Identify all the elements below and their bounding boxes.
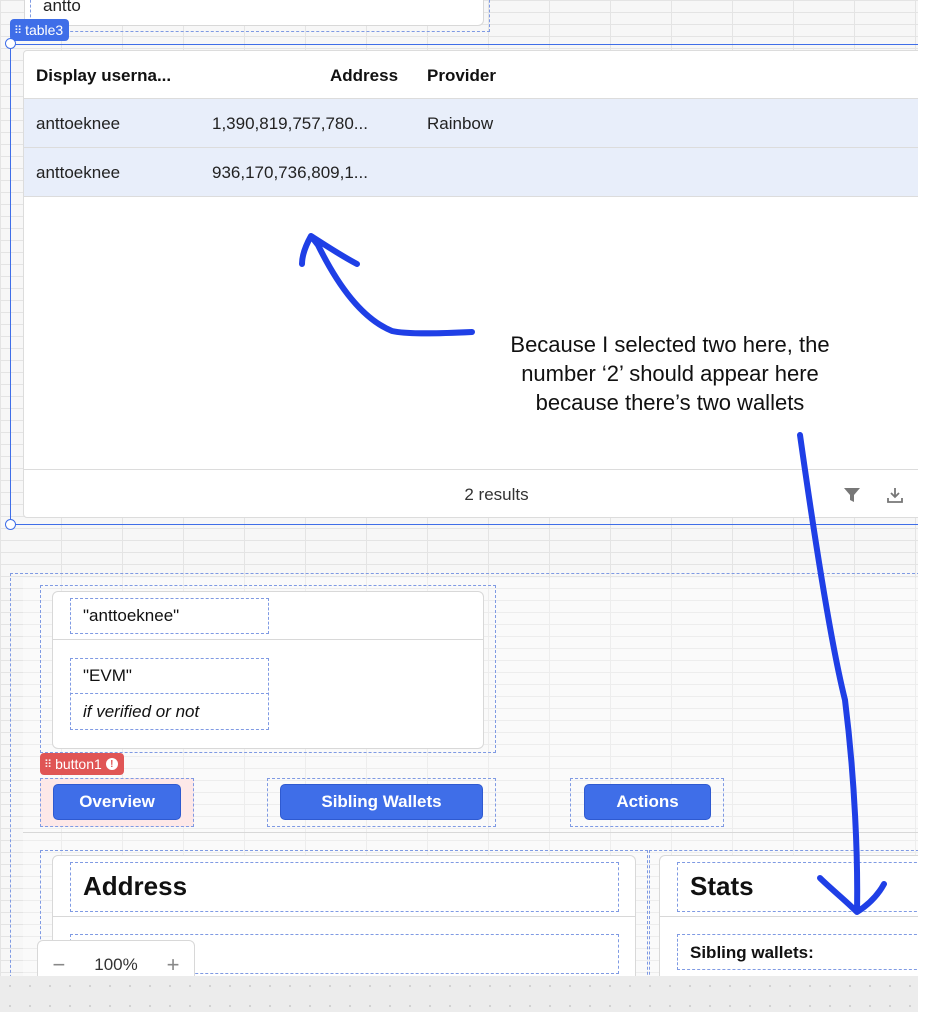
divider: [70, 693, 269, 694]
annotation-line: Because I selected two here, the: [510, 332, 830, 357]
zoom-level: 100%: [94, 955, 138, 974]
actions-button[interactable]: Actions: [584, 784, 711, 820]
zoom-in-button[interactable]: +: [167, 952, 180, 976]
resize-handle[interactable]: [5, 38, 16, 49]
annotation-line: number ‘2’ should appear here: [521, 361, 819, 386]
profile-verified: if verified or not: [83, 702, 200, 721]
component-tag-table3[interactable]: ⠿ table3: [10, 19, 70, 41]
error-icon[interactable]: !: [105, 758, 118, 770]
annotation-line: because there’s two wallets: [535, 390, 805, 415]
divider: [660, 916, 918, 917]
divider: [53, 916, 635, 917]
canvas-bottom-area: [0, 976, 918, 1012]
resize-handle[interactable]: [5, 519, 16, 530]
divider: [23, 832, 918, 833]
drag-grip-icon[interactable]: ⠿: [14, 24, 22, 37]
annotation-note: Because I selected two here, the number …: [470, 330, 870, 417]
stats-title: Stats: [690, 871, 754, 901]
sibling-wallets-button[interactable]: Sibling Wallets: [280, 784, 483, 820]
divider: [53, 639, 483, 640]
component-tag-label: table3: [25, 22, 64, 38]
editor-canvas[interactable]: antto ⠿ table3 Display userna... Address…: [0, 0, 918, 976]
selection-frame: [10, 44, 918, 525]
component-tag-label: button1: [55, 756, 102, 772]
sibling-wallets-label: Sibling wallets:: [690, 943, 814, 962]
drag-grip-icon[interactable]: ⠿: [44, 758, 52, 771]
profile-username: "anttoeknee": [83, 606, 180, 625]
overview-button[interactable]: Overview: [53, 784, 181, 820]
address-title: Address: [83, 871, 188, 901]
zoom-control: − 100% +: [37, 940, 195, 976]
component-tag-button1[interactable]: ⠿ button1 !: [40, 753, 124, 775]
profile-chain: "EVM": [83, 666, 132, 685]
stub-outline: [30, 0, 490, 32]
zoom-out-button[interactable]: −: [52, 952, 65, 976]
